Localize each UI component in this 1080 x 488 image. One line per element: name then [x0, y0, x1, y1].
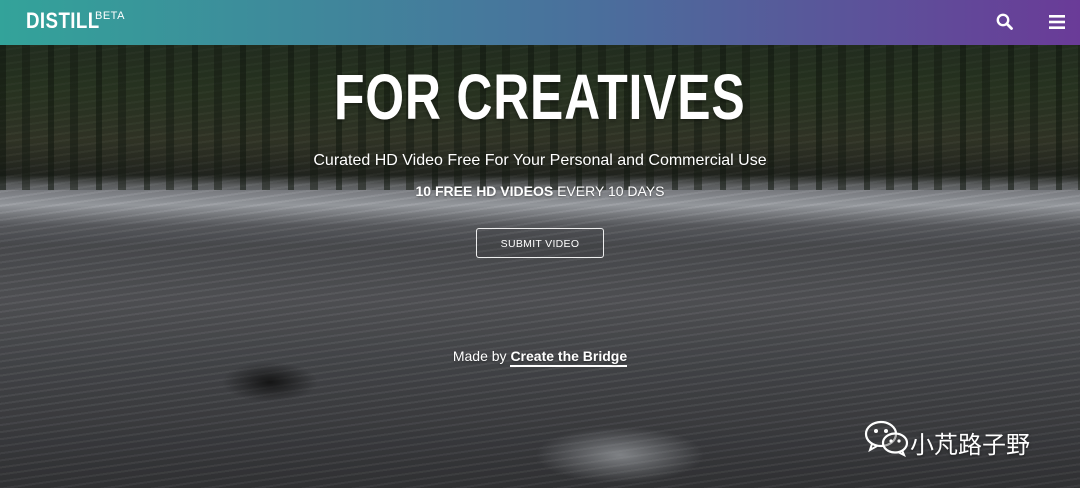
- watermark: 小芃路子野: [864, 419, 1064, 459]
- submit-video-button[interactable]: SUBMIT VIDEO: [476, 228, 604, 258]
- menu-icon[interactable]: [1049, 14, 1065, 30]
- top-navbar: DISTILL BETA: [0, 0, 1080, 45]
- logo[interactable]: DISTILL: [26, 8, 100, 34]
- search-icon[interactable]: [996, 13, 1013, 30]
- promo-text: 10 FREE HD VIDEOS EVERY 10 DAYS: [0, 183, 1080, 199]
- create-the-bridge-link[interactable]: Create the Bridge: [510, 348, 628, 367]
- credit-line: Made by Create the Bridge: [0, 348, 1080, 367]
- watermark-text: 小芃路子野: [910, 431, 1030, 459]
- promo-bold: 10 FREE HD VIDEOS: [415, 183, 554, 199]
- credit-prefix: Made by: [452, 348, 511, 364]
- promo-rest: EVERY 10 DAYS: [553, 183, 665, 199]
- beta-badge: BETA: [95, 10, 125, 22]
- wechat-icon: [864, 420, 909, 457]
- hero-headline: FOR CREATIVES: [334, 61, 746, 133]
- hero-subtitle: Curated HD Video Free For Your Personal …: [313, 152, 767, 169]
